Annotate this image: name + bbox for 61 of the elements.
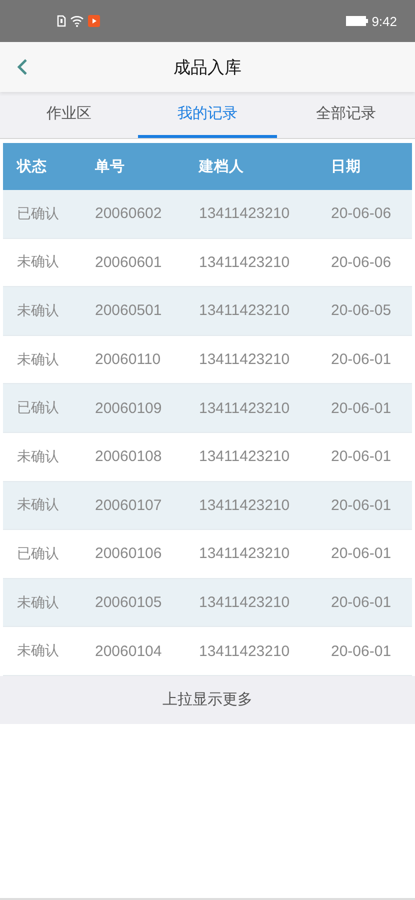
table-cell-text: 20060108	[94, 448, 163, 466]
back-icon	[16, 58, 28, 76]
table-cell-text: 已确认	[16, 204, 60, 223]
table-cell-text: 13411423210	[198, 545, 291, 562]
table-row[interactable]: 已确认 20060602 13411423210 20-06-06	[3, 190, 412, 239]
table-cell-text: 20060110	[94, 351, 162, 368]
table-cell-text: 20060104	[94, 642, 163, 660]
table-cell-text: 20-06-01	[330, 448, 392, 466]
table-cell-text: 20060105	[94, 594, 163, 612]
table-cell-text: 未确认	[16, 496, 60, 514]
table-cell-text: 未确认	[16, 448, 60, 466]
table-cell-text: 20-06-01	[330, 351, 392, 368]
clock-time: 9:42	[372, 14, 397, 28]
table-cell-text: 未确认	[16, 642, 60, 660]
table-cell-text: 13411423210	[198, 448, 291, 466]
table-cell-text: 已确认	[16, 399, 60, 418]
table-cell-text: 20060106	[94, 545, 163, 562]
table-cell-text: 13411423210	[198, 351, 291, 368]
app-notification-icon	[88, 15, 100, 27]
table-cell-text: 13411423210	[198, 400, 291, 417]
battery-icon	[346, 16, 368, 26]
table-cell-text: 20-06-01	[330, 496, 392, 514]
sim-card-icon	[57, 15, 66, 27]
table-cell-text: 13411423210	[198, 496, 291, 514]
page-title: 成品入库	[174, 56, 242, 78]
column-header: 日期	[330, 158, 361, 176]
table-cell-text: 20060109	[94, 400, 163, 417]
table-cell-text: 未确认	[16, 302, 60, 320]
column-header: 状态	[15, 158, 48, 176]
table-cell-text: 13411423210	[198, 594, 291, 612]
table-cell-text: 未确认	[16, 253, 60, 272]
tab[interactable]: 我的记录	[138, 92, 277, 138]
table-cell-text: 已确认	[16, 544, 60, 563]
table-cell-text: 未确认	[16, 594, 60, 612]
table-cell-text: 20060501	[94, 302, 163, 320]
table-row[interactable]: 已确认 20060109 13411423210 20-06-01	[3, 384, 412, 433]
tab[interactable]: 作业区	[0, 92, 138, 138]
table-cell-text: 20060601	[94, 254, 163, 271]
table-cell-text: 20-06-06	[330, 254, 392, 271]
table-row[interactable]: 未确认 20060501 13411423210 20-06-05	[3, 287, 412, 336]
table-cell-text: 20-06-01	[330, 545, 392, 562]
table-row[interactable]: 未确认 20060601 13411423210 20-06-06	[3, 238, 412, 288]
table-cell-text: 20-06-06	[330, 205, 392, 222]
table-cell-text: 未确认	[16, 350, 60, 369]
tab[interactable]: 全部记录	[276, 92, 415, 138]
table-cell-text: 20-06-05	[330, 302, 392, 320]
column-header: 单号	[94, 158, 126, 176]
table-cell-text: 20060602	[94, 205, 163, 222]
load-more-text: 上拉显示更多	[0, 676, 415, 724]
table-cell-text: 13411423210	[198, 205, 291, 222]
column-header: 建档人	[197, 158, 245, 176]
table-cell-text: 13411423210	[198, 642, 291, 660]
wifi-icon	[70, 15, 84, 27]
table-cell-text: 13411423210	[198, 254, 291, 271]
table-cell-text: 20060107	[94, 496, 163, 514]
table-cell-text: 20-06-01	[330, 594, 392, 612]
table-row[interactable]: 未确认 20060105 13411423210 20-06-01	[3, 578, 412, 628]
table-cell-text: 13411423210	[198, 302, 291, 320]
table-row[interactable]: 未确认 20060107 13411423210 20-06-01	[3, 482, 412, 530]
table-cell-text: 20-06-01	[330, 642, 392, 660]
table-cell-text: 20-06-01	[330, 400, 392, 417]
